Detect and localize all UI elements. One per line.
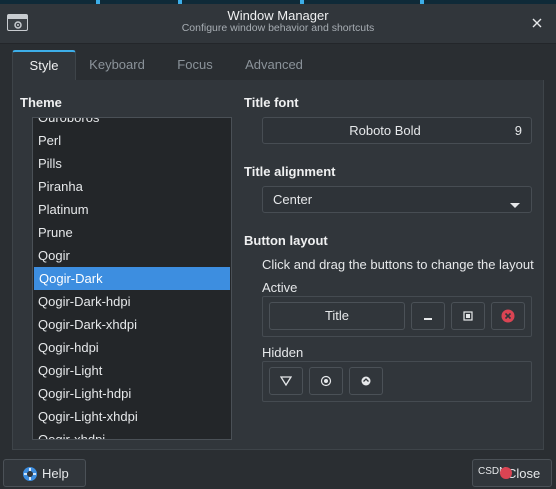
window-title: Window Manager xyxy=(227,8,329,23)
help-button[interactable]: Help xyxy=(3,459,86,487)
tab-focus[interactable]: Focus xyxy=(164,50,226,81)
theme-item[interactable]: Piranha xyxy=(33,175,231,198)
close-icon[interactable] xyxy=(527,13,547,33)
title-alignment-value: Center xyxy=(273,192,313,207)
theme-item[interactable]: Qogir-Light-hdpi xyxy=(33,382,231,405)
window-subtitle: Configure window behavior and shortcuts xyxy=(181,22,375,34)
theme-item[interactable]: Platinum xyxy=(33,198,231,221)
theme-item[interactable]: Qogir-hdpi xyxy=(33,336,231,359)
menu-icon[interactable] xyxy=(349,367,383,395)
help-label: Help xyxy=(42,466,69,481)
title-layout-button[interactable]: Title xyxy=(269,302,405,330)
shade-icon[interactable] xyxy=(269,367,303,395)
button-layout-hint: Click and drag the buttons to change the… xyxy=(262,257,534,272)
minimize-icon[interactable] xyxy=(411,302,445,330)
stick-icon[interactable] xyxy=(309,367,343,395)
close-window-icon[interactable] xyxy=(491,302,525,330)
title-font-name: Roboto Bold xyxy=(349,123,421,138)
theme-item[interactable]: Qogir-Dark-hdpi xyxy=(33,290,231,313)
theme-item[interactable]: Ouroboros xyxy=(33,118,231,129)
chevron-down-icon xyxy=(509,197,521,212)
tab-advanced[interactable]: Advanced xyxy=(234,50,314,81)
theme-item[interactable]: Qogir-Dark-xhdpi xyxy=(33,313,231,336)
theme-item[interactable]: Qogir-xhdpi xyxy=(33,428,231,439)
help-icon xyxy=(23,467,37,481)
top-accent-strip xyxy=(0,0,556,4)
theme-item[interactable]: Qogir-Light xyxy=(33,359,231,382)
active-label: Active xyxy=(262,280,298,295)
theme-item[interactable]: Qogir xyxy=(33,244,231,267)
button-layout-label: Button layout xyxy=(244,233,328,248)
maximize-icon[interactable] xyxy=(451,302,485,330)
title-font-size: 9 xyxy=(514,123,522,138)
theme-item[interactable]: Qogir-Light-xhdpi xyxy=(33,405,231,428)
tab-keyboard[interactable]: Keyboard xyxy=(80,50,154,81)
close-label: Close xyxy=(507,466,541,481)
theme-list[interactable]: Ouroboros Perl Pills Piranha Platinum Pr… xyxy=(32,117,232,440)
theme-item-selected[interactable]: Qogir-Dark xyxy=(34,267,230,290)
theme-label: Theme xyxy=(20,95,62,110)
theme-item[interactable]: Prune xyxy=(33,221,231,244)
hidden-label: Hidden xyxy=(262,345,304,360)
tab-bar: Style Keyboard Focus Advanced xyxy=(12,50,544,83)
tab-style[interactable]: Style xyxy=(12,50,76,83)
title-font-label: Title font xyxy=(244,95,299,110)
theme-item[interactable]: Pills xyxy=(33,152,231,175)
title-alignment-label: Title alignment xyxy=(244,164,336,179)
close-button-icon xyxy=(500,467,512,479)
theme-item[interactable]: Perl xyxy=(33,129,231,152)
